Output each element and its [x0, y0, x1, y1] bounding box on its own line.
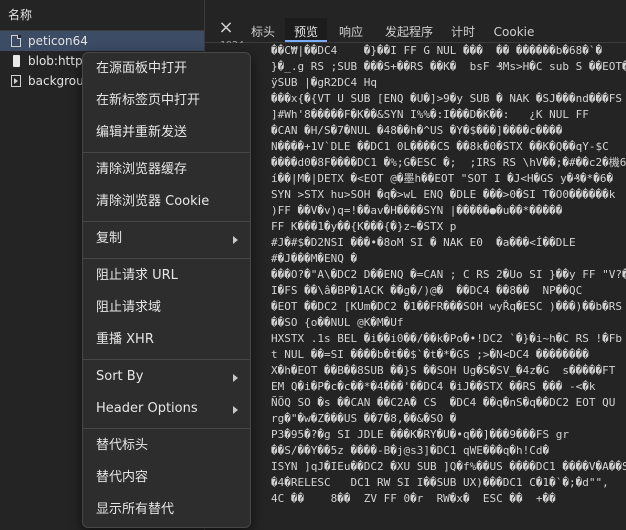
- menu-override-content[interactable]: 替代内容: [83, 464, 250, 492]
- menu-header-options[interactable]: Header Options: [83, 395, 250, 423]
- menu-sort-by[interactable]: Sort By: [83, 363, 250, 391]
- menu-show-all-overrides[interactable]: 显示所有替代: [83, 496, 250, 524]
- detail-tab-bar: × 标头 预览 响应 发起程序 计时 Cookie: [205, 18, 626, 43]
- document-icon: [11, 35, 21, 47]
- menu-item-label: 在新标签页中打开: [96, 93, 201, 108]
- media-icon: [11, 75, 21, 87]
- menu-item-label: Sort By: [96, 369, 144, 384]
- name-column-header[interactable]: 名称: [0, 0, 204, 31]
- chevron-right-icon: [233, 374, 238, 382]
- tab-preview[interactable]: 预览: [285, 18, 327, 42]
- preview-panel[interactable]: ��C₩|��DC4 �}��I FF G NUL ��� �� ������b…: [205, 43, 626, 530]
- binary-preview-text: ��C₩|��DC4 �}��I FF G NUL ��� �� ������b…: [271, 44, 626, 505]
- context-menu: 在源面板中打开 在新标签页中打开 编辑并重新发送 清除浏览器缓存 清除浏览器 C…: [82, 52, 251, 528]
- menu-open-in-sources[interactable]: 在源面板中打开: [83, 55, 250, 83]
- chevron-right-icon: [233, 406, 238, 414]
- close-icon[interactable]: ×: [218, 19, 234, 37]
- menu-item-label: Header Options: [96, 401, 198, 416]
- tab-timing[interactable]: 计时: [445, 18, 481, 42]
- menu-item-label: 在源面板中打开: [96, 61, 188, 76]
- tab-initiator[interactable]: 发起程序: [377, 18, 441, 42]
- tab-cookies[interactable]: Cookie: [487, 18, 541, 42]
- menu-separator: [83, 152, 250, 153]
- menu-clear-cache[interactable]: 清除浏览器缓存: [83, 156, 250, 184]
- tab-response[interactable]: 响应: [331, 18, 371, 42]
- menu-item-label: 阻止请求域: [96, 300, 162, 315]
- menu-open-in-new-tab[interactable]: 在新标签页中打开: [83, 87, 250, 115]
- menu-item-label: 编辑并重新发送: [96, 125, 188, 140]
- menu-item-label: 清除浏览器 Cookie: [96, 194, 210, 209]
- menu-separator: [83, 359, 250, 360]
- menu-separator: [83, 221, 250, 222]
- menu-block-request-url[interactable]: 阻止请求 URL: [83, 262, 250, 290]
- menu-item-label: 阻止请求 URL: [96, 268, 178, 283]
- blob-icon: [13, 55, 20, 67]
- request-name: peticon64: [28, 34, 88, 48]
- menu-item-label: 重播 XHR: [96, 332, 154, 347]
- menu-clear-cookies[interactable]: 清除浏览器 Cookie: [83, 188, 250, 216]
- menu-separator: [83, 258, 250, 259]
- menu-edit-and-resend[interactable]: 编辑并重新发送: [83, 119, 250, 147]
- tab-headers[interactable]: 标头: [245, 18, 281, 42]
- menu-separator: [83, 428, 250, 429]
- menu-item-label: 替代内容: [96, 470, 149, 485]
- menu-replay-xhr[interactable]: 重播 XHR: [83, 326, 250, 354]
- menu-block-request-domain[interactable]: 阻止请求域: [83, 294, 250, 322]
- chevron-right-icon: [233, 236, 238, 244]
- request-name: blob:http: [28, 54, 83, 68]
- menu-item-label: 替代标头: [96, 438, 149, 453]
- menu-override-headers[interactable]: 替代标头: [83, 432, 250, 460]
- menu-item-label: 复制: [96, 231, 123, 246]
- request-row[interactable]: peticon64: [0, 31, 204, 51]
- request-name: backgrou: [28, 74, 84, 88]
- menu-item-label: 显示所有替代: [96, 502, 175, 517]
- menu-item-label: 清除浏览器缓存: [96, 162, 188, 177]
- menu-copy[interactable]: 复制: [83, 225, 250, 253]
